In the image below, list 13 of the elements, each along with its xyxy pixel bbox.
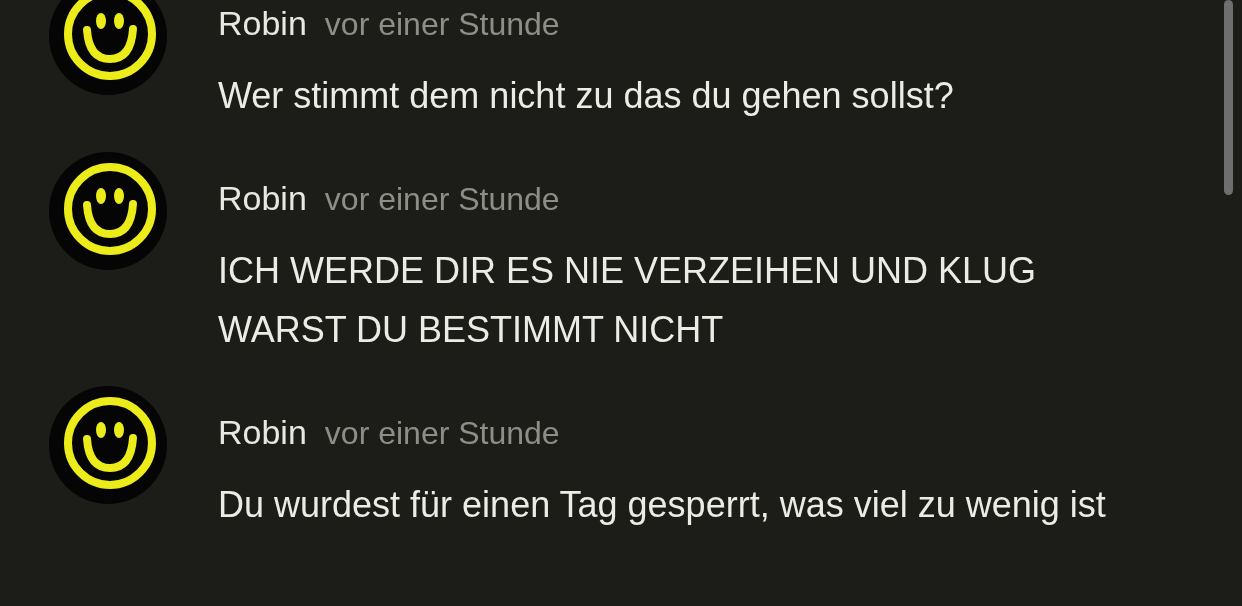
- smiley-avatar-icon: [49, 386, 167, 504]
- author-name[interactable]: Robin: [218, 175, 307, 221]
- timestamp: vor einer Stunde: [324, 180, 560, 219]
- timestamp: vor einer Stunde: [324, 5, 560, 44]
- scrollbar-thumb[interactable]: [1224, 0, 1233, 195]
- message-text: Du wurdest für einen Tag gesperrt, was viel zu wenig ist: [218, 483, 1107, 527]
- timestamp: vor einer Stunde: [324, 414, 560, 453]
- author-name[interactable]: Robin: [218, 409, 307, 455]
- smiley-avatar-icon: [49, 152, 167, 270]
- message-text: Wer stimmt dem nicht zu das du gehen sollst?: [218, 74, 955, 118]
- smiley-avatar-icon: [49, 0, 167, 95]
- message-text: ICH WERDE DIR ES NIE VERZEIHEN UND KLUG WARST DU BESTIMMT NICHT: [218, 249, 1038, 352]
- author-name[interactable]: Robin: [218, 0, 307, 46]
